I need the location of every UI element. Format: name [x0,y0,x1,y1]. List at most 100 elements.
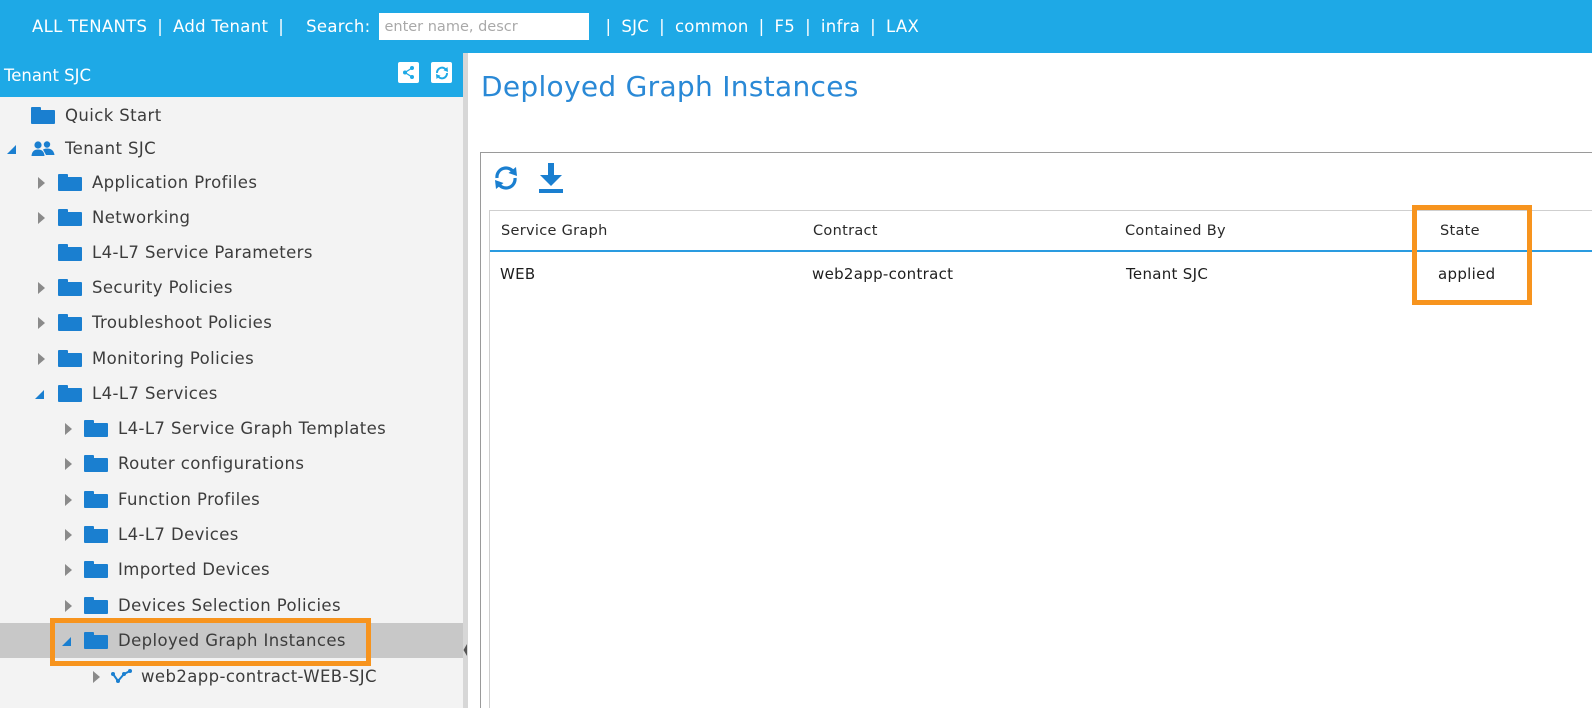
folder-icon [84,455,108,472]
folder-icon [84,420,108,437]
tree-item-router-configurations[interactable]: Router configurations [0,446,463,481]
separator: | [870,17,877,36]
tenant-link-lax[interactable]: LAX [886,17,919,36]
tree-item-networking[interactable]: Networking [0,200,463,235]
tree-item-l4l7-devices[interactable]: L4-L7 Devices [0,517,463,552]
folder-icon [58,350,82,367]
expanded-triangle-icon[interactable] [59,634,73,648]
cell-contained-by: Tenant SJC [1126,265,1209,283]
tree-item-label: Troubleshoot Policies [92,313,273,332]
tree-item-application-profiles[interactable]: Application Profiles [0,165,463,200]
collapsed-triangle-icon[interactable] [61,528,75,542]
tree-item-label: L4-L7 Service Graph Templates [118,419,387,438]
collapsed-triangle-icon[interactable] [34,316,48,330]
separator: | [157,17,164,36]
folder-icon [31,107,55,124]
column-header-state[interactable]: State [1440,223,1480,239]
tenant-link-infra[interactable]: infra [821,17,860,36]
collapsed-triangle-icon[interactable] [61,422,75,436]
tree-item-label: L4-L7 Service Parameters [92,243,313,262]
download-icon[interactable] [534,161,567,195]
tree-item-label: Function Profiles [118,490,261,509]
tree-item-label: Monitoring Policies [92,349,255,368]
collapsed-triangle-icon[interactable] [61,493,75,507]
collapsed-triangle-icon[interactable] [89,670,103,684]
page-title: Deployed Graph Instances [481,70,859,103]
folder-icon [58,209,82,226]
tenant-link-sjc[interactable]: SJC [621,17,649,36]
graph-instances-table: Service Graph Contract Contained By Stat… [489,210,1592,708]
tree-item-label: Imported Devices [118,560,271,579]
tree-item-tenant-sjc[interactable]: Tenant SJC [0,131,463,166]
sidebar-title: Tenant SJC [4,65,92,85]
add-tenant-link[interactable]: Add Tenant [173,17,268,36]
tree-item-troubleshoot-policies[interactable]: Troubleshoot Policies [0,305,463,340]
folder-icon [58,244,82,261]
top-navigation-bar: ALL TENANTS | Add Tenant | Search: | SJC… [0,0,1592,53]
tree-item-security-policies[interactable]: Security Policies [0,270,463,305]
tree-item-label: Router configurations [118,454,305,473]
tree-item-label: Deployed Graph Instances [118,631,346,650]
collapsed-triangle-icon[interactable] [61,457,75,471]
tree-item-label: Devices Selection Policies [118,596,341,615]
folder-icon [84,597,108,614]
folder-icon [58,279,82,296]
separator: | [805,17,811,36]
collapsed-triangle-icon[interactable] [61,563,75,577]
all-tenants-link[interactable]: ALL TENANTS [32,17,147,36]
tree-item-function-profiles[interactable]: Function Profiles [0,482,463,517]
collapsed-triangle-icon[interactable] [34,176,48,190]
expanded-triangle-icon[interactable] [32,387,46,401]
search-input[interactable] [379,13,590,40]
tree-item-deployed-graph-instances[interactable]: Deployed Graph Instances [0,623,463,658]
collapsed-triangle-icon[interactable] [34,281,48,295]
navigation-sidebar: Tenant SJC Quick Start Tenant SJC Applic… [0,53,463,708]
folder-icon [84,561,108,578]
tree-item-devices-selection-policies[interactable]: Devices Selection Policies [0,588,463,623]
tree-item-web2app-contract-web-sjc[interactable]: web2app-contract-WEB-SJC [0,659,463,694]
table-header: Service Graph Contract Contained By Stat… [490,211,1592,252]
folder-icon [84,526,108,543]
tenant-link-common[interactable]: common [675,17,749,36]
column-header-contained-by[interactable]: Contained By [1125,223,1226,239]
separator: | [659,17,665,36]
cell-state: applied [1438,265,1496,283]
tree-item-label: Security Policies [92,278,233,297]
expanded-triangle-icon[interactable] [4,142,18,156]
separator: | [278,17,285,36]
search-label: Search: [306,17,371,36]
refresh-icon[interactable] [489,161,522,195]
folder-icon [84,632,108,649]
tree-item-monitoring-policies[interactable]: Monitoring Policies [0,341,463,376]
tree-item-l4l7-services[interactable]: L4-L7 Services [0,376,463,411]
tree-item-label: Application Profiles [92,173,258,192]
tree-item-label: Networking [92,208,191,227]
tree-item-label: Quick Start [65,106,162,125]
tree-item-quick-start[interactable]: Quick Start [0,98,463,133]
folder-icon [58,385,82,402]
sidebar-splitter[interactable] [463,53,468,708]
folder-icon [84,491,108,508]
share-icon[interactable] [398,62,419,83]
folder-icon [58,314,82,331]
tenant-link-f5[interactable]: F5 [774,17,795,36]
graph-instance-icon [111,668,133,685]
tenant-users-icon [31,140,55,157]
column-header-contract[interactable]: Contract [813,223,878,239]
collapsed-triangle-icon[interactable] [61,599,75,613]
refresh-icon[interactable] [431,62,452,83]
tree-item-label: L4-L7 Services [92,384,218,403]
cell-service-graph: WEB [500,265,536,283]
collapsed-triangle-icon[interactable] [34,352,48,366]
table-toolbar [489,160,567,196]
cell-contract: web2app-contract [812,265,954,283]
tree-item-imported-devices[interactable]: Imported Devices [0,552,463,587]
sidebar-header: Tenant SJC [0,53,463,97]
tree-item-label: Tenant SJC [65,139,157,158]
column-header-service-graph[interactable]: Service Graph [501,223,608,239]
collapsed-triangle-icon[interactable] [34,211,48,225]
tree-item-service-graph-templates[interactable]: L4-L7 Service Graph Templates [0,411,463,446]
tree-item-label: web2app-contract-WEB-SJC [141,667,377,686]
separator: | [605,17,612,36]
tree-item-l4l7-service-parameters[interactable]: L4-L7 Service Parameters [0,235,463,270]
